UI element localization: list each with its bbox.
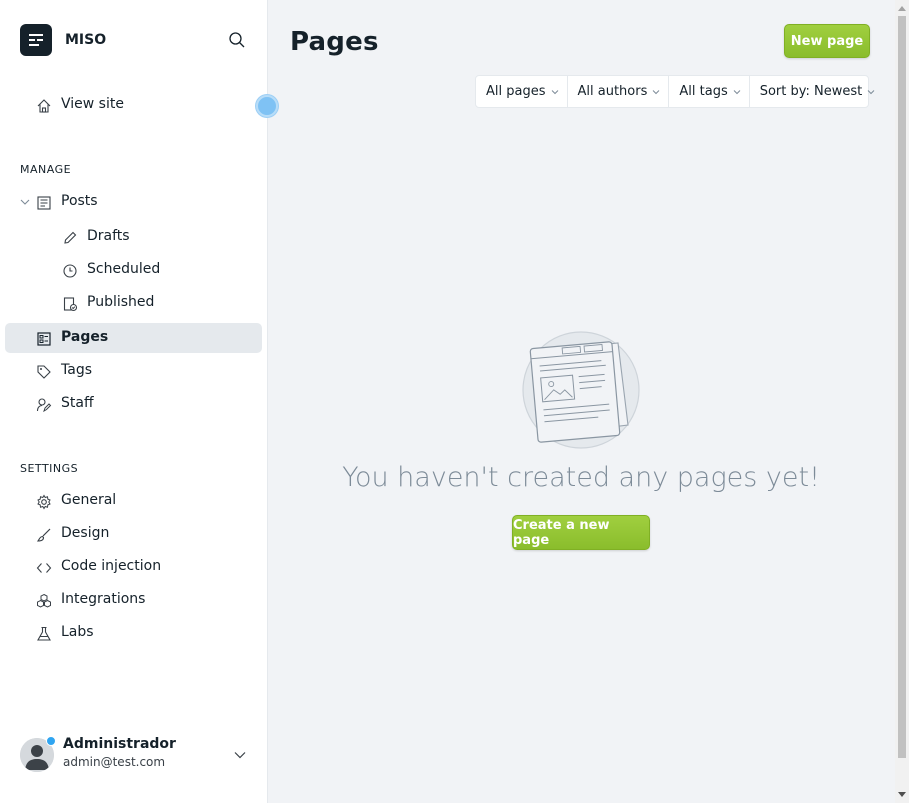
brand[interactable]: MISO [20,24,106,56]
gear-icon [35,493,53,511]
user-name: Administrador [63,736,176,752]
nav-label: Pages [61,329,109,345]
tag-icon [35,363,53,381]
filter-author[interactable]: All authors [568,76,670,107]
nav-label: Staff [61,395,94,411]
cursor-indicator [256,95,278,117]
nav-label: Labs [61,624,94,640]
empty-pages-illustration [522,331,640,449]
nav-posts[interactable]: Posts [5,187,262,217]
flask-icon [35,625,53,643]
nav-scheduled[interactable]: Scheduled [5,255,262,285]
home-icon [35,97,53,115]
clock-icon [61,262,79,280]
chevron-down-icon [551,88,559,96]
nav-general[interactable]: General [5,486,262,516]
status-dot [46,736,56,746]
nav-integrations[interactable]: Integrations [5,585,262,615]
nav-labs[interactable]: Labs [5,618,262,648]
filter-sort[interactable]: Sort by: Newest [750,76,884,107]
nav-code-injection[interactable]: Code injection [5,552,262,582]
nav-tags[interactable]: Tags [5,356,262,386]
nav-label: Design [61,525,110,541]
nav-label: Integrations [61,591,146,607]
filter-bar: All pages All authors All tags Sort by: … [475,75,875,108]
chevron-down-icon[interactable] [19,196,31,208]
nav-staff[interactable]: Staff [5,389,262,419]
filter-label: Sort by: Newest [759,84,863,99]
scroll-down-arrow-icon[interactable] [897,790,907,800]
nav-label: Tags [61,362,92,378]
user-email: admin@test.com [63,755,166,769]
posts-icon [35,194,53,212]
nav-label: Code injection [61,558,162,574]
published-icon [61,295,79,313]
brand-logo [20,24,52,56]
filter-tag[interactable]: All tags [669,76,750,107]
staff-icon [35,396,53,414]
filter-type[interactable]: All pages [476,76,568,107]
brush-icon [35,526,53,544]
nav-label: View site [61,96,124,112]
nav-label: General [61,492,117,508]
empty-state-message: You haven't created any pages yet! [342,462,820,493]
nav-design[interactable]: Design [5,519,262,549]
chevron-down-icon [652,88,660,96]
integrations-icon [35,592,53,610]
chevron-down-icon [733,88,741,96]
brand-name: MISO [65,32,107,48]
new-page-button[interactable]: New page [784,24,870,58]
nav-published[interactable]: Published [5,288,262,318]
scrollbar-thumb[interactable] [898,16,906,758]
settings-section-title: SETTINGS [20,462,79,475]
pencil-icon [61,229,79,247]
nav-label: Drafts [87,228,130,244]
filter-label: All pages [486,84,546,99]
nav-view-site[interactable]: View site [5,90,262,120]
chevron-down-icon[interactable] [232,747,248,763]
sidebar: MISO View site MANAGE Posts Drafts Sched… [0,0,268,803]
nav-drafts[interactable]: Drafts [5,222,262,252]
code-icon [35,559,53,577]
create-page-button[interactable]: Create a new page [512,515,650,550]
nav-label: Published [87,294,155,310]
chevron-down-icon [867,88,875,96]
search-icon[interactable] [226,29,248,51]
page-title: Pages [290,27,379,57]
nav-label: Posts [61,193,98,209]
manage-section-title: MANAGE [20,163,72,176]
nav-label: Scheduled [87,261,161,277]
nav-pages[interactable]: Pages [5,323,262,353]
filter-label: All authors [577,84,648,99]
scroll-up-arrow-icon[interactable] [897,3,907,13]
filter-label: All tags [679,84,728,99]
pages-icon [35,330,53,348]
scrollbar[interactable] [895,0,909,803]
